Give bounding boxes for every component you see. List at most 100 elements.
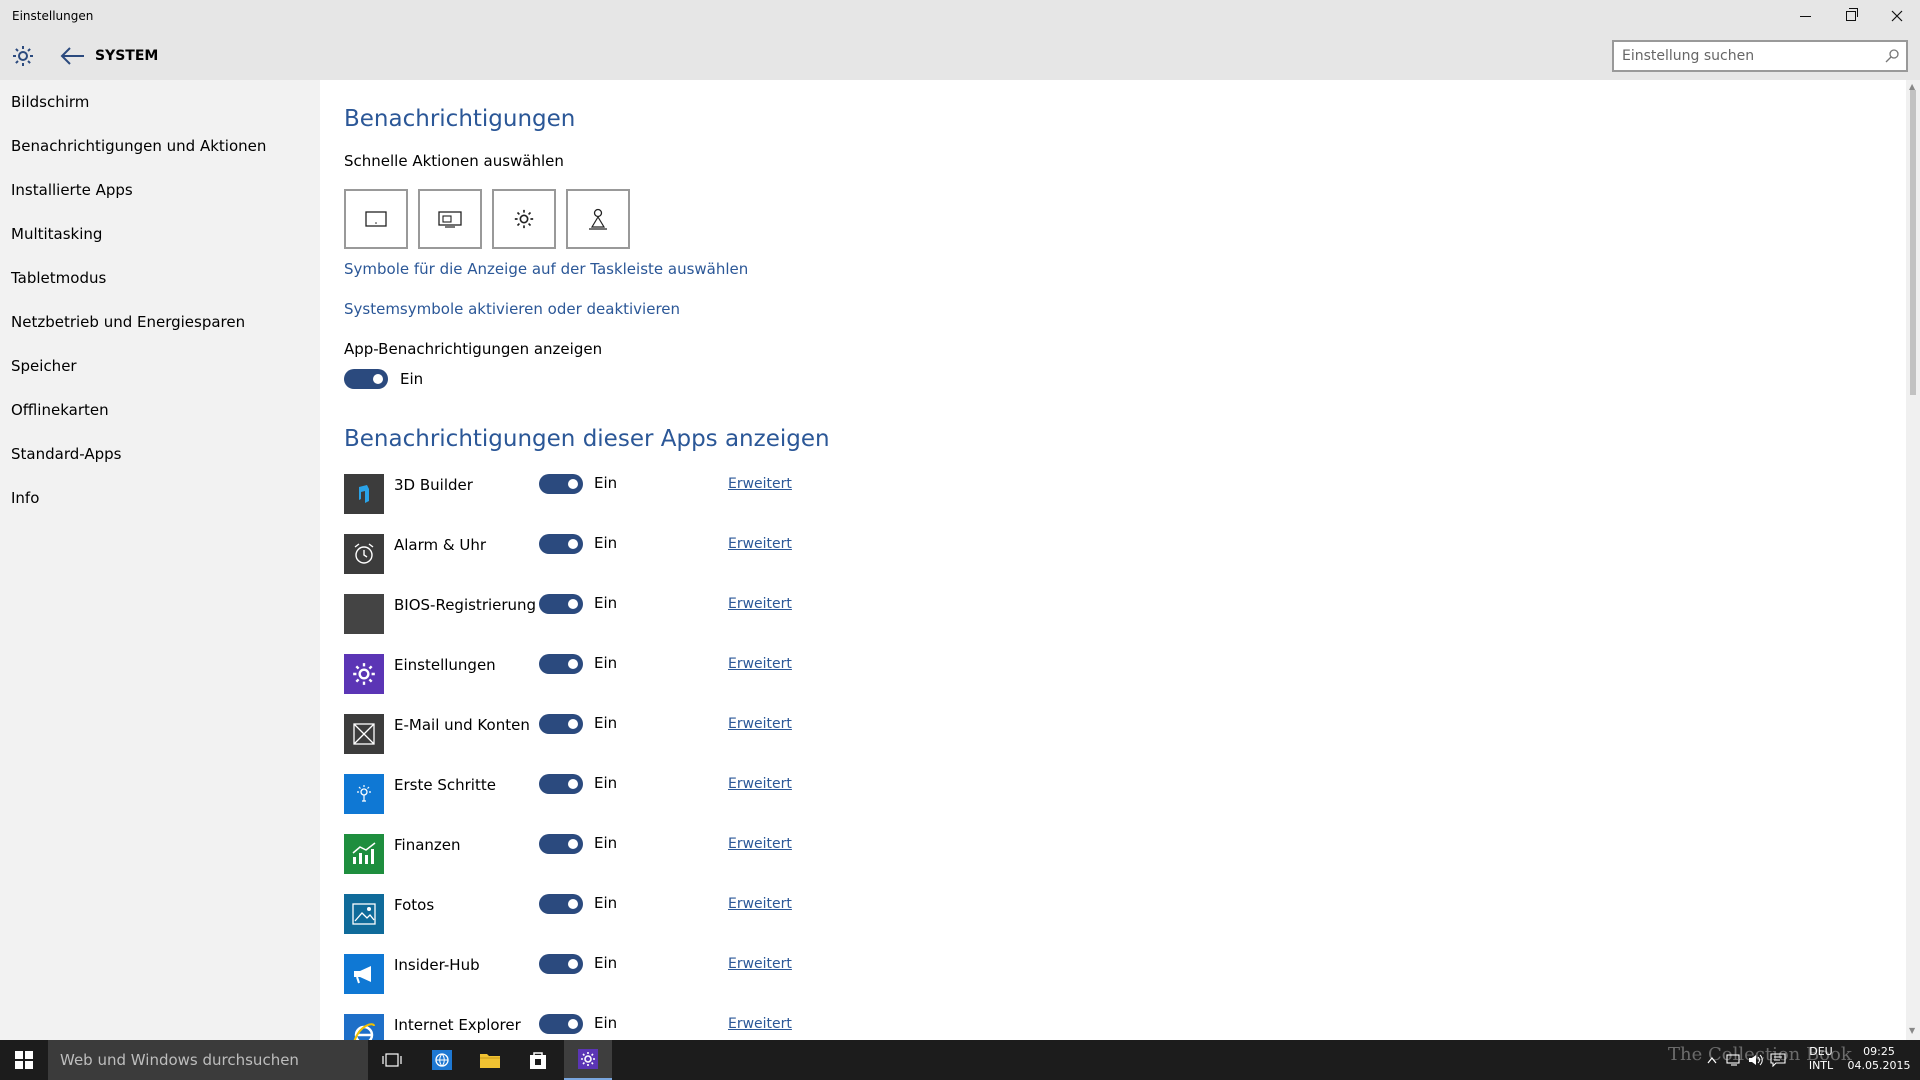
back-button[interactable]	[58, 44, 86, 68]
taskbar-settings-button[interactable]	[564, 1040, 612, 1080]
quick-action-tablet-mode[interactable]	[344, 189, 408, 249]
app-row-internet-explorer: Internet Explorer Ein Erweitert	[344, 1014, 944, 1040]
keyboard-layout: INTL	[1808, 1059, 1834, 1072]
app-toggle[interactable]	[539, 714, 583, 734]
app-row-finanzen: Finanzen Ein Erweitert	[344, 834, 944, 878]
sidebar-item-installierte-apps[interactable]: Installierte Apps	[11, 175, 311, 205]
advanced-link[interactable]: Erweitert	[728, 716, 792, 732]
app-toggle-state: Ein	[594, 774, 618, 792]
taskbar-store-button[interactable]	[514, 1040, 562, 1080]
app-toggle-state: Ein	[594, 594, 618, 612]
app-name: E-Mail und Konten	[394, 716, 530, 734]
sidebar-item-standard-apps[interactable]: Standard-Apps	[11, 439, 311, 469]
app-name: Einstellungen	[394, 656, 496, 674]
advanced-link[interactable]: Erweitert	[728, 476, 792, 492]
start-button[interactable]	[0, 1040, 48, 1080]
app-name: Fotos	[394, 896, 435, 914]
taskbar-explorer-button[interactable]	[466, 1040, 514, 1080]
search-icon[interactable]	[1884, 48, 1900, 64]
sidebar-item-benachrichtigungen[interactable]: Benachrichtigungen und Aktionen	[11, 131, 311, 161]
input-language-indicator[interactable]: DEU INTL	[1806, 1045, 1836, 1073]
app-name: Finanzen	[394, 836, 461, 854]
app-toggle-state: Ein	[594, 1014, 618, 1032]
action-center-button[interactable]	[1768, 1040, 1788, 1080]
scroll-down-icon[interactable]: ▼	[1909, 1026, 1915, 1035]
finance-chart-icon	[344, 834, 384, 874]
advanced-link[interactable]: Erweitert	[728, 776, 792, 792]
app-toggle[interactable]	[539, 774, 583, 794]
chevron-up-icon	[1707, 1057, 1717, 1064]
settings-icon	[514, 209, 534, 229]
sidebar-item-multitasking[interactable]: Multitasking	[11, 219, 311, 249]
taskbar-search-box[interactable]: Web und Windows durchsuchen	[48, 1040, 368, 1080]
app-row-insider-hub: Insider-Hub Ein Erweitert	[344, 954, 944, 998]
app-notifications-toggle[interactable]	[344, 369, 388, 389]
store-icon	[530, 1052, 546, 1069]
app-toggle[interactable]	[539, 834, 583, 854]
search-input[interactable]	[1614, 42, 1874, 70]
advanced-link[interactable]: Erweitert	[728, 956, 792, 972]
app-toggle-state: Ein	[594, 834, 618, 852]
minimize-icon	[1799, 15, 1811, 17]
project-icon	[438, 211, 462, 228]
system-icons-link[interactable]: Systemsymbole aktivieren oder deaktivier…	[344, 300, 680, 318]
photos-icon	[344, 894, 384, 934]
app-name: Internet Explorer	[394, 1016, 521, 1034]
content-scrollbar[interactable]: ▲ ▼	[1906, 80, 1920, 1040]
advanced-link[interactable]: Erweitert	[728, 536, 792, 552]
restore-button[interactable]	[1828, 0, 1874, 32]
app-notifications-label: App-Benachrichtigungen anzeigen	[344, 340, 603, 358]
minimize-button[interactable]	[1782, 0, 1828, 32]
sidebar-item-speicher[interactable]: Speicher	[11, 351, 311, 381]
close-icon	[1891, 10, 1903, 22]
app-toggle[interactable]	[539, 894, 583, 914]
quick-actions-label: Schnelle Aktionen auswählen	[344, 152, 564, 170]
quick-action-location[interactable]	[566, 189, 630, 249]
app-toggle-state: Ein	[594, 654, 618, 672]
app-toggle-state: Ein	[594, 714, 618, 732]
app-row-3d-builder: 3D Builder Ein Erweitert	[344, 474, 944, 518]
app-toggle[interactable]	[539, 954, 583, 974]
advanced-link[interactable]: Erweitert	[728, 596, 792, 612]
app-notifications-state: Ein	[400, 370, 424, 388]
alarm-clock-icon	[344, 534, 384, 574]
advanced-link[interactable]: Erweitert	[728, 836, 792, 852]
volume-icon	[1749, 1054, 1763, 1066]
taskbar-browser-button[interactable]	[418, 1040, 466, 1080]
app-row-erste-schritte: Erste Schritte Ein Erweitert	[344, 774, 944, 818]
folder-icon	[480, 1054, 500, 1068]
close-button[interactable]	[1874, 0, 1920, 32]
task-view-button[interactable]	[368, 1040, 416, 1080]
taskbar-icons-link[interactable]: Symbole für die Anzeige auf der Taskleis…	[344, 260, 748, 278]
quick-action-settings[interactable]	[492, 189, 556, 249]
sidebar-item-info[interactable]: Info	[11, 483, 311, 513]
apps-section-title: Benachrichtigungen dieser Apps anzeigen	[344, 426, 830, 452]
sidebar-item-netzbetrieb[interactable]: Netzbetrieb und Energiesparen	[11, 307, 311, 337]
sidebar-item-tabletmodus[interactable]: Tabletmodus	[11, 263, 311, 293]
sidebar-item-bildschirm[interactable]: Bildschirm	[11, 87, 311, 117]
app-toggle[interactable]	[539, 654, 583, 674]
app-toggle[interactable]	[539, 534, 583, 554]
network-tray-button[interactable]	[1724, 1040, 1744, 1080]
header-bar: SYSTEM	[0, 32, 1920, 80]
settings-search-box[interactable]	[1612, 40, 1908, 72]
sidebar-item-offlinekarten[interactable]: Offlinekarten	[11, 395, 311, 425]
app-toggle[interactable]	[539, 1014, 583, 1034]
clock[interactable]: 09:25 04.05.2015	[1844, 1045, 1914, 1073]
tablet-mode-icon	[365, 211, 387, 227]
title-bar: Einstellungen	[0, 0, 1920, 32]
scroll-thumb[interactable]	[1910, 90, 1916, 395]
advanced-link[interactable]: Erweitert	[728, 1016, 792, 1032]
volume-tray-button[interactable]	[1746, 1040, 1766, 1080]
advanced-link[interactable]: Erweitert	[728, 656, 792, 672]
quick-action-project[interactable]	[418, 189, 482, 249]
app-name: Erste Schritte	[394, 776, 496, 794]
advanced-link[interactable]: Erweitert	[728, 896, 792, 912]
show-hidden-icons-button[interactable]	[1702, 1040, 1722, 1080]
app-toggle[interactable]	[539, 474, 583, 494]
3d-builder-icon	[344, 474, 384, 514]
app-toggle-state: Ein	[594, 474, 618, 492]
location-icon	[589, 208, 607, 230]
app-toggle[interactable]	[539, 594, 583, 614]
app-row-fotos: Fotos Ein Erweitert	[344, 894, 944, 938]
